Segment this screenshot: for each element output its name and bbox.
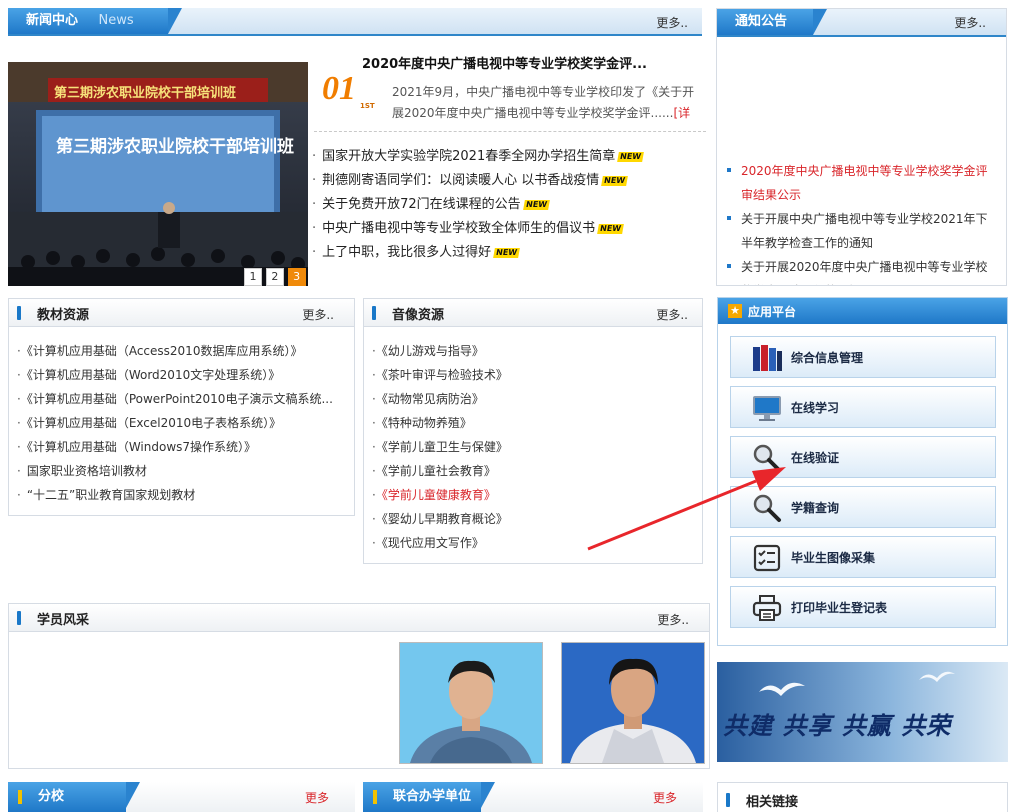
slideshow-page-1[interactable]: 1 xyxy=(244,268,262,286)
notice-list: 2020年度中央广播电视中等专业学校奖学金评审结果公示 关于开展中央广播电视中等… xyxy=(727,159,989,285)
list-item[interactable]: 2020年度中央广播电视中等专业学校奖学金评审结果公示 xyxy=(727,159,989,207)
list-item[interactable]: · 《茶叶审评与检验技术》 xyxy=(372,363,692,387)
slideshow-screen-text: 第三期涉农职业院校干部培训班 xyxy=(56,137,294,157)
section-marker-icon xyxy=(372,306,376,320)
list-item[interactable]: · 国家开放大学实验学院2021春季全网办学招生简章 NEW xyxy=(312,145,704,169)
student-photo[interactable] xyxy=(399,642,543,764)
featured-badge: 01 1ST xyxy=(322,70,378,112)
audio-header: 音像资源 更多.. xyxy=(364,299,702,327)
platform-button-label: 在线学习 xyxy=(791,401,840,415)
monitor-icon xyxy=(753,396,781,421)
list-item[interactable]: · 《动物常见病防治》 xyxy=(372,387,692,411)
featured-summary-text: 2021年9月，中央广播电视中等专业学校印发了《关于开展2020年度中央广播电视… xyxy=(392,85,695,120)
slogan-text: 共建 共享 共赢 共荣 xyxy=(723,711,952,740)
list-item[interactable]: · 《计算机应用基础（Word2010文字处理系统）》 xyxy=(17,363,347,387)
notice-more-link[interactable]: 更多.. xyxy=(954,14,986,31)
platform-button-online-learning[interactable]: 在线学习 xyxy=(730,386,996,428)
list-item[interactable]: · 《幼儿游戏与指导》 xyxy=(372,339,692,363)
section-marker-icon xyxy=(17,611,21,625)
list-item[interactable]: · 《计算机应用基础（Windows7操作系统）》 xyxy=(17,435,347,459)
platform-title: 应用平台 xyxy=(748,305,797,319)
printer-icon xyxy=(752,595,782,621)
coop-more-link[interactable]: 更多 xyxy=(653,789,677,806)
platform-button-label: 综合信息管理 xyxy=(791,351,864,365)
coop-tab[interactable]: 联合办学单位 xyxy=(363,782,495,812)
audio-more-link[interactable]: 更多.. xyxy=(656,306,688,323)
annotation-arrow xyxy=(587,467,786,551)
branch-header: 分校 更多 xyxy=(8,782,355,812)
textbooks-more-link[interactable]: 更多.. xyxy=(302,306,334,323)
related-links-title: 相关链接 xyxy=(746,795,799,810)
slogan-banner[interactable]: 共建 共享 共赢 共荣 xyxy=(717,662,1008,762)
coop-header: 联合办学单位 更多 xyxy=(363,782,703,812)
slideshow-banner-text: 第三期涉农职业院校干部培训班 xyxy=(54,86,237,101)
branch-more-link[interactable]: 更多 xyxy=(305,789,329,806)
coop-title: 联合办学单位 xyxy=(393,789,472,804)
platform-button-label: 毕业生图像采集 xyxy=(791,551,876,565)
list-item[interactable]: 关于开展中央广播电视中等专业学校2021年下半年教学检查工作的通知 xyxy=(727,207,989,255)
student-style-header: 学员风采 更多.. xyxy=(9,604,709,632)
notice-panel: 通知公告 更多.. 2020年度中央广播电视中等专业学校奖学金评审结果公示 关于… xyxy=(716,8,1007,286)
notice-tab[interactable]: 通知公告 xyxy=(717,9,827,35)
seagull-icon xyxy=(759,682,805,696)
news-more-link[interactable]: 更多.. xyxy=(656,14,688,31)
audio-title: 音像资源 xyxy=(392,308,445,323)
student-photo[interactable] xyxy=(561,642,705,764)
section-marker-icon xyxy=(373,790,377,804)
slideshow-page-3[interactable]: 3 xyxy=(287,268,306,286)
seagull-icon xyxy=(919,671,955,682)
student-portrait-image xyxy=(400,643,542,763)
branch-title: 分校 xyxy=(38,789,65,804)
list-item[interactable]: · 国家职业资格培训教材 xyxy=(17,459,347,483)
list-item[interactable]: · “十二五”职业教育国家规划教材 xyxy=(17,483,347,507)
textbooks-title: 教材资源 xyxy=(37,308,90,323)
textbooks-header: 教材资源 更多.. xyxy=(9,299,354,327)
textbooks-panel: 教材资源 更多.. · 《计算机应用基础（Access2010数据库应用系统）》 … xyxy=(8,298,355,516)
featured-title[interactable]: 2020年度中央广播电视中等专业学校奖学金评... xyxy=(362,53,692,72)
section-marker-icon xyxy=(18,790,22,804)
platform-header: ★ 应用平台 xyxy=(718,298,1007,324)
list-item[interactable]: 关于开展2020年度中央广播电视中等专业学校奖学金评选工作的通知 xyxy=(727,255,989,285)
list-item[interactable]: · 上了中职，我比很多人过得好 NEW xyxy=(312,241,704,265)
list-item[interactable]: · 荆德刚寄语同学们：以阅读暖人心 以书香战疫情 NEW xyxy=(312,169,704,193)
list-item[interactable]: · 中央广播电视中等专业学校致全体师生的倡议书 NEW xyxy=(312,217,704,241)
news-list: · 国家开放大学实验学院2021春季全网办学招生简章 NEW · 荆德刚寄语同学们：以… xyxy=(312,145,704,265)
featured-badge-number: 01 xyxy=(322,70,356,107)
list-item[interactable]: · 《特种动物养殖》 xyxy=(372,411,692,435)
student-style-panel: 学员风采 更多.. xyxy=(8,603,710,769)
section-marker-icon xyxy=(17,306,21,320)
news-title: 新闻中心 xyxy=(26,13,79,28)
news-header: 新闻中心 News 更多.. xyxy=(8,8,702,36)
platform-button-print-form[interactable]: 打印毕业生登记表 xyxy=(730,586,996,628)
student-style-more-link[interactable]: 更多.. xyxy=(657,611,689,628)
branch-tab[interactable]: 分校 xyxy=(8,782,140,812)
news-title-en: News xyxy=(98,13,134,28)
student-portrait-image xyxy=(562,643,704,763)
featured-summary: 2021年9月，中央广播电视中等专业学校印发了《关于开展2020年度中央广播电视… xyxy=(392,82,706,124)
featured-badge-sub: 1ST xyxy=(360,102,375,110)
student-style-title: 学员风采 xyxy=(37,613,90,628)
section-marker-icon xyxy=(726,793,730,807)
news-slideshow[interactable]: 第三期涉农职业院校干部培训班 第三期涉农职业院校干部培训班 1 2 3 xyxy=(8,62,308,286)
notice-header: 通知公告 更多.. xyxy=(717,9,1006,37)
list-item[interactable]: · 《计算机应用基础（Access2010数据库应用系统）》 xyxy=(17,339,347,363)
list-item[interactable]: · 《计算机应用基础（PowerPoint2010电子演示文稿系统... xyxy=(17,387,347,411)
slideshow-pager: 1 2 3 xyxy=(244,268,306,286)
featured-divider xyxy=(314,131,706,132)
list-item[interactable]: · 关于免费开放72门在线课程的公告 NEW xyxy=(312,193,704,217)
star-icon: ★ xyxy=(728,304,742,318)
list-item[interactable]: · 《计算机应用基础（Excel2010电子表格系统）》 xyxy=(17,411,347,435)
slideshow-page-2[interactable]: 2 xyxy=(265,268,284,286)
textbooks-list: · 《计算机应用基础（Access2010数据库应用系统）》 · 《计算机应用基础（… xyxy=(17,339,347,507)
books-icon xyxy=(753,345,782,371)
platform-button-info-management[interactable]: 综合信息管理 xyxy=(730,336,996,378)
news-tab[interactable]: 新闻中心 News xyxy=(8,8,182,34)
related-links-panel: 相关链接 xyxy=(717,782,1008,812)
platform-button-label: 打印毕业生登记表 xyxy=(791,601,888,615)
